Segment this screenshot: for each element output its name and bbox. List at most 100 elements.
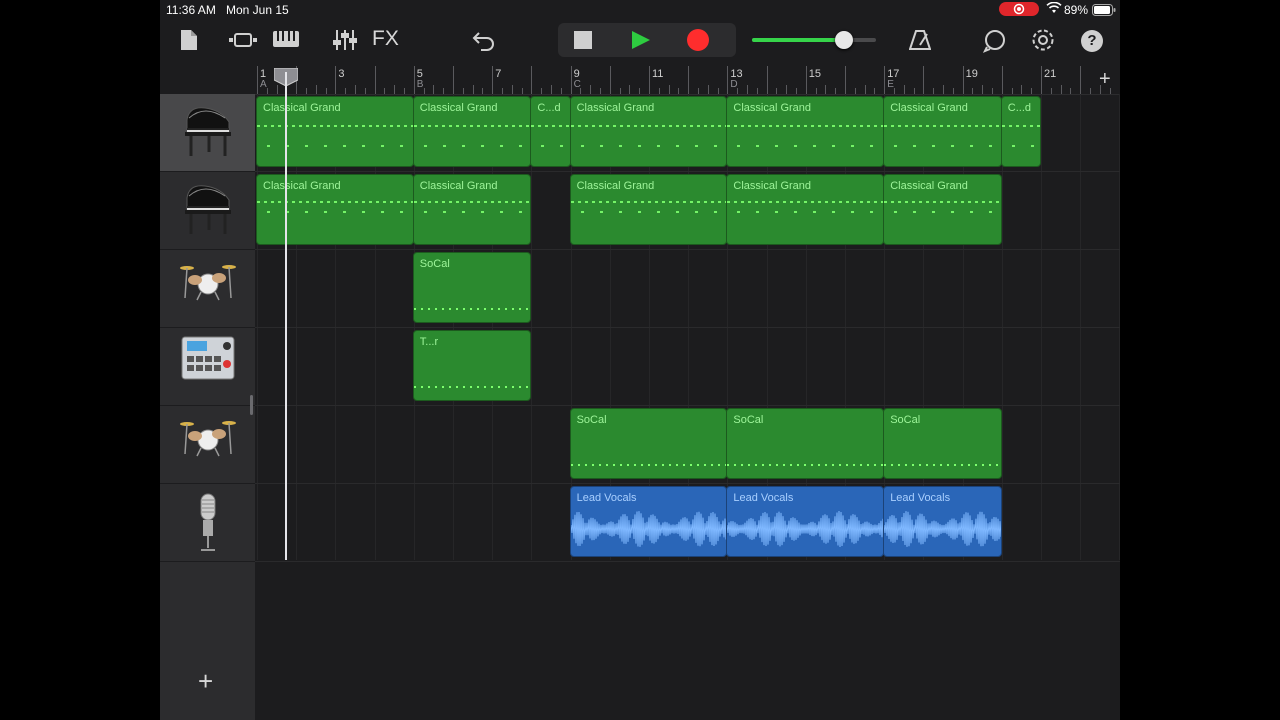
midi-region[interactable]: Classical Grand [412, 174, 532, 245]
ruler-tick [982, 85, 984, 94]
transport-controls [558, 23, 736, 57]
battery-percent: 89% [1064, 3, 1089, 17]
track-header[interactable] [160, 328, 255, 406]
ruler-tick [276, 85, 278, 94]
ruler-tick [649, 66, 650, 94]
ruler-tick [433, 85, 435, 94]
play-icon[interactable] [630, 30, 652, 55]
midi-region[interactable]: SoCal [569, 408, 728, 479]
ruler-tick [257, 66, 258, 94]
midi-notes [884, 119, 1001, 160]
drum-kit-icon [160, 258, 255, 307]
track-header[interactable] [160, 94, 255, 172]
ruler-bar-number: 19 [965, 68, 978, 80]
master-volume-knob[interactable] [834, 31, 853, 49]
ruler-tick [766, 66, 768, 94]
ruler-tick [551, 85, 552, 94]
midi-notes [413, 119, 531, 160]
ruler-tick [1041, 66, 1042, 94]
ruler-tick [943, 85, 944, 94]
drum-kit-icon [160, 414, 255, 463]
audio-region[interactable]: Lead Vocals [883, 486, 1002, 557]
beat-sequencer-icon [160, 336, 255, 385]
midi-region[interactable]: Classical Grand [256, 174, 414, 245]
audio-region[interactable]: Lead Vocals [569, 486, 728, 557]
ruler-section-marker[interactable]: A [260, 79, 267, 90]
track-view-icon[interactable] [228, 30, 260, 55]
track-lane[interactable]: T...r [255, 328, 1120, 406]
midi-region[interactable]: Classical Grand [569, 96, 728, 167]
ruler-section-marker[interactable]: E [887, 79, 894, 90]
mixer-icon[interactable] [333, 29, 357, 56]
track-header[interactable] [160, 406, 255, 484]
ruler-tick [727, 66, 729, 94]
ruler-section-marker[interactable]: D [730, 79, 737, 90]
midi-region[interactable]: SoCal [412, 252, 532, 323]
header-resize-handle[interactable] [250, 395, 253, 415]
status-date: Mon Jun 15 [226, 3, 289, 17]
track-lane[interactable]: SoCal SoCal SoCal [255, 406, 1120, 484]
midi-region[interactable]: Classical Grand [412, 96, 532, 167]
midi-region[interactable]: SoCal [883, 408, 1002, 479]
track-lane[interactable]: Classical Grand Classical Grand C...d Class… [255, 94, 1120, 172]
midi-region[interactable]: T...r [412, 330, 532, 401]
metronome-icon[interactable] [908, 29, 932, 56]
ruler-section-marker[interactable]: B [417, 79, 424, 90]
record-icon[interactable] [686, 29, 710, 58]
midi-region[interactable]: SoCal [726, 408, 885, 479]
midi-region[interactable]: C...d [1000, 96, 1041, 167]
track-lane[interactable]: SoCal [255, 250, 1120, 328]
battery-icon [1092, 4, 1116, 19]
audio-region[interactable]: Lead Vocals [726, 486, 885, 557]
ruler-tick [864, 85, 866, 94]
ruler-section-marker[interactable]: C [574, 79, 581, 90]
screen-recording-icon[interactable] [999, 2, 1039, 16]
help-icon[interactable]: ? [1081, 30, 1103, 52]
track-header[interactable] [160, 250, 255, 328]
midi-region[interactable]: Classical Grand [569, 174, 728, 245]
track-lane[interactable]: Classical Grand Classical Grand Classical … [255, 172, 1120, 250]
ruler-tick [629, 85, 631, 94]
ruler-bar-number: 7 [495, 68, 502, 80]
region-name: Classical Grand [263, 180, 341, 192]
midi-region[interactable]: Classical Grand [726, 174, 885, 245]
ruler-tick [1080, 66, 1082, 94]
playhead[interactable] [285, 72, 288, 560]
timeline-ruler[interactable]: 1 3 5 7 9 11 13 15 17 19 21 A B C D E [255, 66, 1120, 95]
audio-waveform [570, 511, 727, 547]
region-name: C...d [1007, 102, 1032, 114]
midi-region[interactable]: Classical Grand [883, 96, 1002, 167]
region-name: Classical Grand [576, 180, 655, 192]
master-volume-slider[interactable] [752, 31, 876, 49]
grand-piano-icon [160, 180, 255, 243]
ruler-tick [413, 66, 415, 94]
track-headers [160, 94, 255, 720]
settings-icon[interactable] [1031, 28, 1055, 57]
stop-icon[interactable] [573, 31, 593, 54]
ruler-tick [962, 66, 964, 94]
keyboard-icon[interactable] [272, 29, 300, 54]
region-name: Lead Vocals [733, 492, 794, 504]
midi-notes [884, 197, 1001, 238]
track-header[interactable] [160, 484, 255, 562]
add-section-button[interactable]: + [1099, 68, 1111, 91]
garageband-screen: 11:36 AM Mon Jun 15 89% FX ? 1 3 5 7 9 1… [160, 0, 1120, 720]
ruler-tick [884, 66, 886, 94]
loop-icon[interactable] [982, 29, 1007, 58]
midi-notes [727, 119, 884, 160]
midi-region[interactable]: Classical Grand [256, 96, 414, 167]
undo-icon[interactable] [472, 29, 496, 56]
midi-region[interactable]: Classical Grand [726, 96, 885, 167]
ruler-tick [355, 85, 356, 94]
fx-button[interactable]: FX [372, 27, 399, 51]
midi-region[interactable]: C...d [530, 96, 571, 167]
track-lane[interactable]: Lead Vocals Lead Vocals Lead Vocals [255, 484, 1120, 562]
grand-piano-icon [160, 102, 255, 165]
document-icon[interactable] [179, 29, 199, 56]
track-header[interactable] [160, 172, 255, 250]
status-time: 11:36 AM [166, 3, 216, 17]
midi-region[interactable]: Classical Grand [883, 174, 1002, 245]
ruler-bar-number: 3 [338, 68, 345, 80]
midi-notes [570, 197, 727, 238]
add-track-button[interactable]: + [198, 666, 213, 697]
